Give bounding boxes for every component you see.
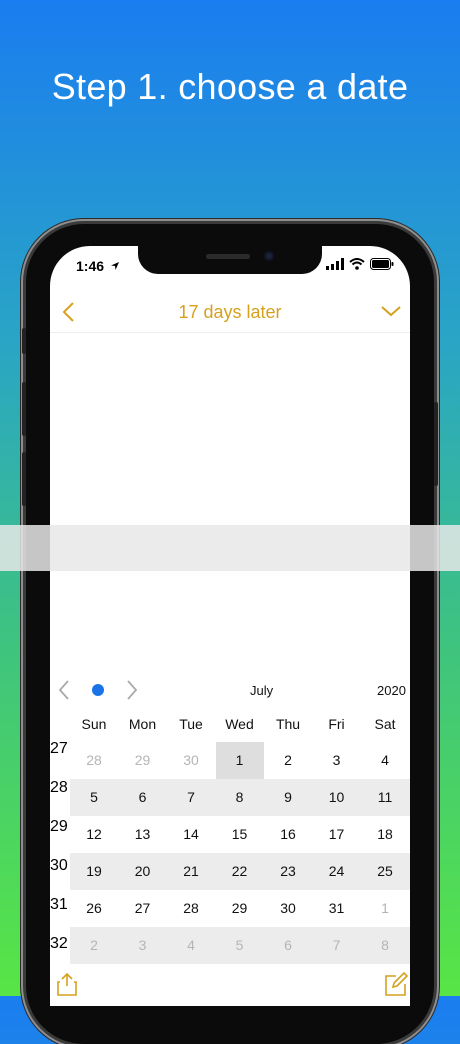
calendar-week-row: 2 3 4 5 6 7 8 (70, 927, 410, 964)
calendar-day[interactable]: 21 (167, 853, 215, 890)
calendar-day[interactable]: 30 (167, 742, 215, 779)
calendar-day[interactable]: 13 (119, 816, 167, 853)
weekday-label: Sun (81, 716, 107, 732)
calendar-day[interactable]: 3 (313, 742, 361, 779)
calendar-day[interactable]: 25 (361, 853, 409, 890)
date-picker-selection-band[interactable] (0, 525, 460, 571)
week-number: 31 (50, 896, 68, 913)
calendar-day[interactable]: 7 (167, 779, 215, 816)
calendar-week-row: 19 20 21 22 23 24 25 (70, 853, 410, 890)
wifi-icon (349, 258, 365, 270)
calendar-day[interactable]: 5 (216, 927, 264, 964)
calendar-day[interactable]: 11 (361, 779, 409, 816)
headline: Step 1. choose a date (51, 66, 409, 107)
location-arrow-icon (110, 262, 119, 270)
calendar-day[interactable]: 23 (264, 853, 312, 890)
week-number: 28 (50, 779, 68, 796)
status-time: 1:46 (76, 258, 120, 274)
calendar-day[interactable]: 14 (167, 816, 215, 853)
calendar-day[interactable]: 6 (264, 927, 312, 964)
calendar-month: July (250, 683, 274, 698)
share-icon (57, 972, 77, 996)
calendar-day[interactable]: 29 (216, 890, 264, 927)
calendar-day[interactable]: 12 (70, 816, 118, 853)
calendar-day-selected[interactable]: 1 (215, 742, 264, 779)
calendar-day[interactable]: 31 (313, 890, 361, 927)
calendar-day[interactable]: 22 (216, 853, 264, 890)
weekday-header: Sun Mon Tue Wed Thu Fri Sat (70, 716, 410, 736)
speaker (206, 254, 250, 259)
calendar-day[interactable]: 17 (313, 816, 361, 853)
calendar-day[interactable]: 26 (70, 890, 118, 927)
week-number: 30 (50, 857, 68, 874)
calendar-day[interactable]: 20 (119, 853, 167, 890)
calendar-week-row: 5 6 7 8 9 10 11 (70, 779, 410, 816)
calendar-day[interactable]: 28 (167, 890, 215, 927)
next-month-button[interactable] (126, 679, 138, 706)
volume-down-button (22, 452, 26, 506)
notch (138, 246, 322, 274)
calendar-day[interactable]: 10 (313, 779, 361, 816)
camera-icon (264, 251, 274, 261)
calendar-day[interactable]: 8 (216, 779, 264, 816)
weekday-label: Fri (328, 716, 345, 732)
calendar-day[interactable]: 16 (264, 816, 312, 853)
calendar-day[interactable]: 4 (361, 742, 409, 779)
status-time-label: 1:46 (76, 258, 105, 274)
week-number: 27 (50, 740, 68, 757)
volume-up-button (22, 382, 26, 436)
calendar-day[interactable]: 30 (264, 890, 312, 927)
calendar-day[interactable]: 4 (167, 927, 215, 964)
status-icons (326, 258, 394, 270)
power-button (434, 402, 438, 486)
calendar-day[interactable]: 2 (264, 742, 312, 779)
weekday-label: Sat (374, 716, 396, 732)
calendar-day[interactable]: 6 (119, 779, 167, 816)
compose-button[interactable] (384, 971, 409, 1001)
calendar-day[interactable]: 3 (119, 927, 167, 964)
calendar-header: July 2020 (50, 677, 410, 703)
weekday-label: Mon (128, 716, 157, 732)
calendar-day[interactable]: 8 (361, 927, 409, 964)
calendar-day[interactable]: 9 (264, 779, 312, 816)
compose-icon (385, 971, 409, 996)
dropdown-button[interactable] (380, 304, 402, 323)
calendar-day[interactable]: 19 (70, 853, 118, 890)
calendar-day[interactable]: 5 (70, 779, 118, 816)
weekday-label: Tue (179, 716, 203, 732)
battery-icon (370, 258, 394, 270)
calendar-day[interactable]: 18 (361, 816, 409, 853)
week-number: 32 (50, 935, 68, 952)
calendar-day[interactable]: 27 (119, 890, 167, 927)
calendar-year: 2020 (377, 683, 406, 698)
nav-title: 17 days later (178, 302, 282, 322)
calendar-day[interactable]: 28 (70, 742, 118, 779)
chevron-down-icon (381, 306, 401, 317)
weekday-label: Wed (225, 716, 254, 732)
calendar-day[interactable]: 1 (361, 890, 409, 927)
prev-month-button[interactable] (58, 679, 70, 706)
today-dot[interactable] (92, 684, 104, 696)
calendar-day[interactable]: 24 (313, 853, 361, 890)
calendar-day[interactable]: 2 (70, 927, 118, 964)
nav-bar: 17 days later (50, 296, 410, 333)
calendar-day[interactable]: 29 (119, 742, 167, 779)
share-button[interactable] (56, 972, 78, 1001)
calendar-week-row: 26 27 28 29 30 31 1 (70, 890, 410, 927)
signal-icon (326, 258, 344, 270)
chevron-left-icon (58, 680, 69, 700)
chevron-right-icon (127, 680, 138, 700)
calendar-week-row: 28 29 30 1 2 3 4 (70, 742, 410, 779)
weekday-label: Thu (275, 716, 301, 732)
calendar-day[interactable]: 7 (313, 927, 361, 964)
calendar-week-row: 12 13 14 15 16 17 18 (70, 816, 410, 853)
calendar-day[interactable]: 15 (216, 816, 264, 853)
mute-switch (22, 328, 26, 354)
week-number: 29 (50, 818, 68, 835)
